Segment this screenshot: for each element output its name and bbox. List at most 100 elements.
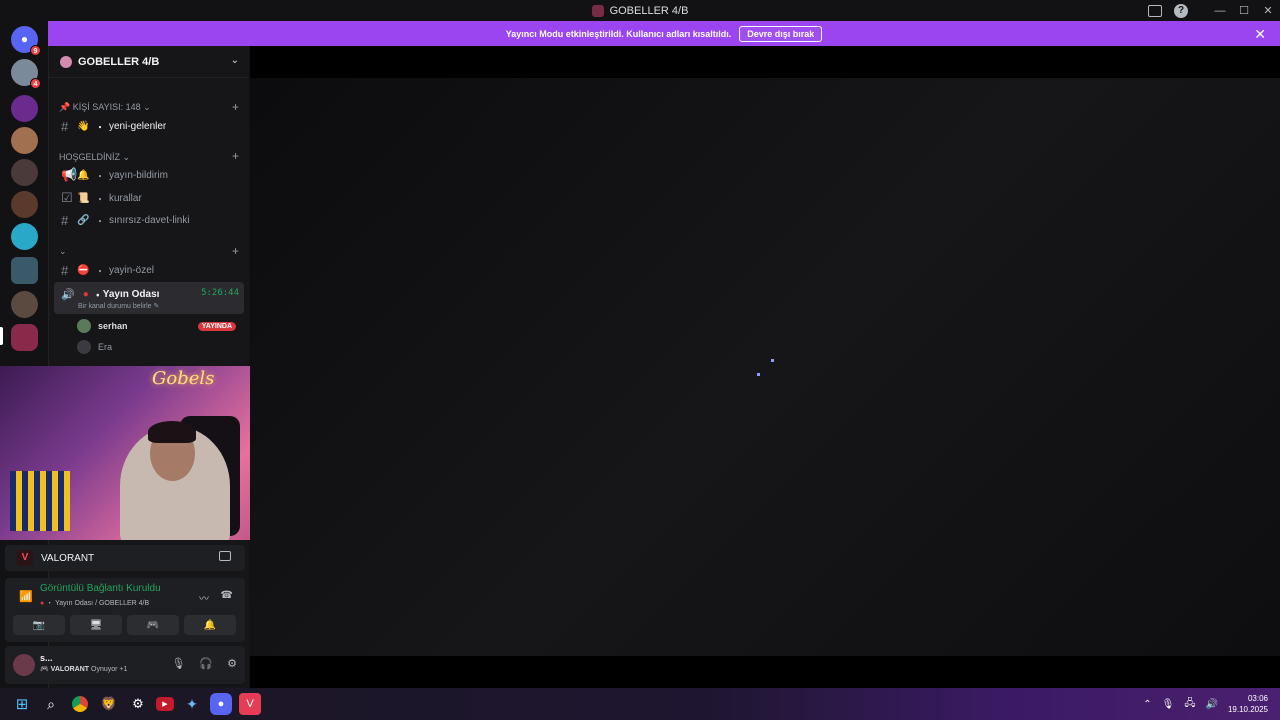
windows-start-icon[interactable]: ⊞ (11, 693, 33, 715)
soundboard-button[interactable]: 🔔 (184, 615, 236, 635)
server-badge: 4 (30, 78, 41, 89)
discord-home-icon[interactable]: ● 9 (11, 26, 41, 56)
activities-button[interactable]: 🎮 (127, 615, 179, 635)
status-text: Bir kanal durumu belirle (78, 303, 152, 310)
channel-yeni-gelenler[interactable]: # 👋 ・ yeni-gelenler (54, 116, 244, 136)
microphone-tray-icon[interactable]: 🎙 (1162, 699, 1175, 710)
server-icon-7[interactable] (11, 291, 38, 318)
title-bar: GOBELLER 4/B ? — ☐ ✕ (0, 0, 1280, 21)
window-title: GOBELLER 4/B (609, 4, 689, 17)
microphone-icon[interactable]: 🎙 (171, 657, 185, 670)
voice-channel-name: Yayın Odası (102, 289, 160, 300)
channel-kurallar[interactable]: ☑ 📜 ・ kurallar (54, 188, 244, 208)
red-circle-icon: ● (82, 289, 89, 300)
voice-user[interactable]: Era (77, 338, 112, 356)
connection-status[interactable]: Görüntülü Bağlantı Kuruldu (40, 583, 161, 594)
server-icon-4[interactable] (11, 159, 38, 186)
streamer-mode-notice: Yayıncı Modu etkinleştirildi. Kullanıcı … (48, 21, 1280, 46)
valorant-logo-icon: V (17, 550, 33, 566)
avatar (77, 319, 91, 333)
voice-channel-title: 🔊 ● ・ Yayın Odası (61, 289, 160, 302)
network-icon[interactable]: 🖧 (1184, 696, 1195, 713)
live-badge: YAYINDA (197, 321, 236, 331)
discord-taskbar-icon[interactable]: ● (210, 693, 232, 715)
category-kisi-sayisi[interactable]: 📌 KİŞİ SAYISI: 148 ⌄ (59, 102, 151, 113)
activity-suffix: Oynuyor +1 (91, 666, 128, 673)
server-icon-2[interactable] (11, 95, 38, 122)
speaker-icon: 🔊 (61, 289, 75, 301)
server-folder-icon[interactable] (11, 257, 38, 284)
connection-location: ● ・ Yayın Odası / GOBELLER 4/B (40, 600, 150, 607)
inbox-icon[interactable] (1148, 4, 1162, 17)
channel-davet-linki[interactable]: # 🔗 ・ sınırsız-davet-linki (54, 210, 244, 230)
channel-yayin-ozel[interactable]: # ⛔ ・ yayin-özel (54, 260, 244, 280)
loading-dot (771, 359, 774, 362)
voice-connection-panel: 📶 Görüntülü Bağlantı Kuruldu ● ・ Yayın O… (5, 578, 245, 642)
channel-name: kurallar (109, 192, 142, 204)
hash-icon: # (61, 212, 69, 228)
streamer-hair (148, 421, 196, 443)
voice-user-name: serhan (98, 321, 128, 331)
server-header[interactable]: GOBELLER 4/B ⌄ (49, 46, 249, 78)
server-icon (591, 4, 604, 17)
signal-icon: 📶 (19, 591, 33, 603)
close-window-button[interactable]: ✕ (1256, 4, 1280, 17)
server-icon-1[interactable]: 4 (11, 59, 41, 89)
game-activity-bar[interactable]: V VALORANT (5, 545, 245, 571)
system-clock[interactable]: 03:06 19.10.2025 (1228, 693, 1268, 715)
voice-channel-yayin-odasi[interactable]: 🔊 ● ・ Yayın Odası 5:26:44 Bir kanal duru… (54, 282, 244, 314)
close-notice-icon[interactable]: ✕ (1254, 26, 1266, 43)
disable-streamer-mode-button[interactable]: Devre dışı bırak (739, 25, 823, 42)
game-launcher-icon[interactable]: ▶ (156, 697, 174, 711)
channel-name: yayin-özel (109, 264, 155, 276)
add-channel-icon[interactable]: + (232, 100, 239, 114)
help-icon[interactable]: ? (1174, 3, 1188, 18)
voice-user[interactable]: serhan YAYINDA (77, 317, 242, 335)
activity-game: VALORANT (50, 666, 90, 673)
selected-server-pill (0, 327, 3, 345)
neon-sign: Gobels (152, 368, 215, 389)
app-icon[interactable]: ✦ (181, 693, 203, 715)
share-screen-button[interactable]: 🖥 (70, 615, 122, 635)
chevron-up-icon[interactable]: ⌃ (1143, 699, 1151, 710)
category-unnamed[interactable]: ⌄ (59, 246, 67, 257)
server-icon-5[interactable] (11, 191, 38, 218)
channel-status-prompt[interactable]: Bir kanal durumu belirle ✎ (78, 302, 159, 310)
minimize-button[interactable]: — (1208, 5, 1232, 17)
user-name[interactable]: s... (40, 653, 53, 663)
windows-taskbar: ⊞ ⌕ 🦁 ⚙ ▶ ✦ ● V ⌃ 🎙 🖧 🔊 03:06 19.10.2025 (0, 688, 1280, 720)
clock-time: 03:06 (1247, 694, 1268, 703)
disconnect-icon[interactable]: ☎ (221, 590, 233, 601)
game-name: VALORANT (41, 552, 95, 564)
chrome-icon[interactable] (69, 693, 91, 715)
search-icon[interactable]: ⌕ (40, 693, 62, 715)
add-channel-icon[interactable]: + (232, 149, 239, 163)
main-content (250, 46, 1280, 688)
channel-name: yayın-bildirim (109, 169, 168, 181)
brave-icon[interactable]: 🦁 (98, 693, 120, 715)
maximize-button[interactable]: ☐ (1232, 4, 1256, 17)
steam-icon[interactable]: ⚙ (127, 693, 149, 715)
server-icon-6[interactable] (11, 223, 38, 250)
server-icon-3[interactable] (11, 127, 38, 154)
server-icon-gobeller[interactable] (11, 324, 38, 351)
volume-icon[interactable]: 🔊 (1206, 699, 1218, 710)
headphones-icon[interactable]: 🎧 (199, 657, 213, 670)
camera-off-button[interactable]: 📷 (13, 615, 65, 635)
chevron-down-icon[interactable]: ⌄ (231, 55, 239, 66)
clock-date: 19.10.2025 (1227, 705, 1268, 714)
channel-yayin-bildirim[interactable]: 📢 🔔 ・ yayın-bildirim (54, 165, 244, 185)
settings-gear-icon[interactable]: ⚙ (227, 657, 237, 670)
stream-stage[interactable] (250, 78, 1280, 656)
valorant-taskbar-icon[interactable]: V (239, 693, 261, 715)
announcement-icon: 📢 (61, 167, 78, 182)
screen-share-icon[interactable] (219, 551, 231, 561)
notice-text: Yayıncı Modu etkinleştirildi. Kullanıcı … (505, 28, 732, 39)
server-badge-icon (60, 55, 72, 68)
user-avatar[interactable] (13, 654, 35, 676)
category-label: HOŞGELDİNİZ (59, 152, 121, 162)
noise-suppression-icon[interactable]: 〰 (199, 590, 209, 605)
category-hosgeldiniz[interactable]: HOŞGELDİNİZ ⌄ (59, 152, 130, 163)
add-channel-icon[interactable]: + (232, 244, 239, 258)
jersey (10, 471, 70, 531)
